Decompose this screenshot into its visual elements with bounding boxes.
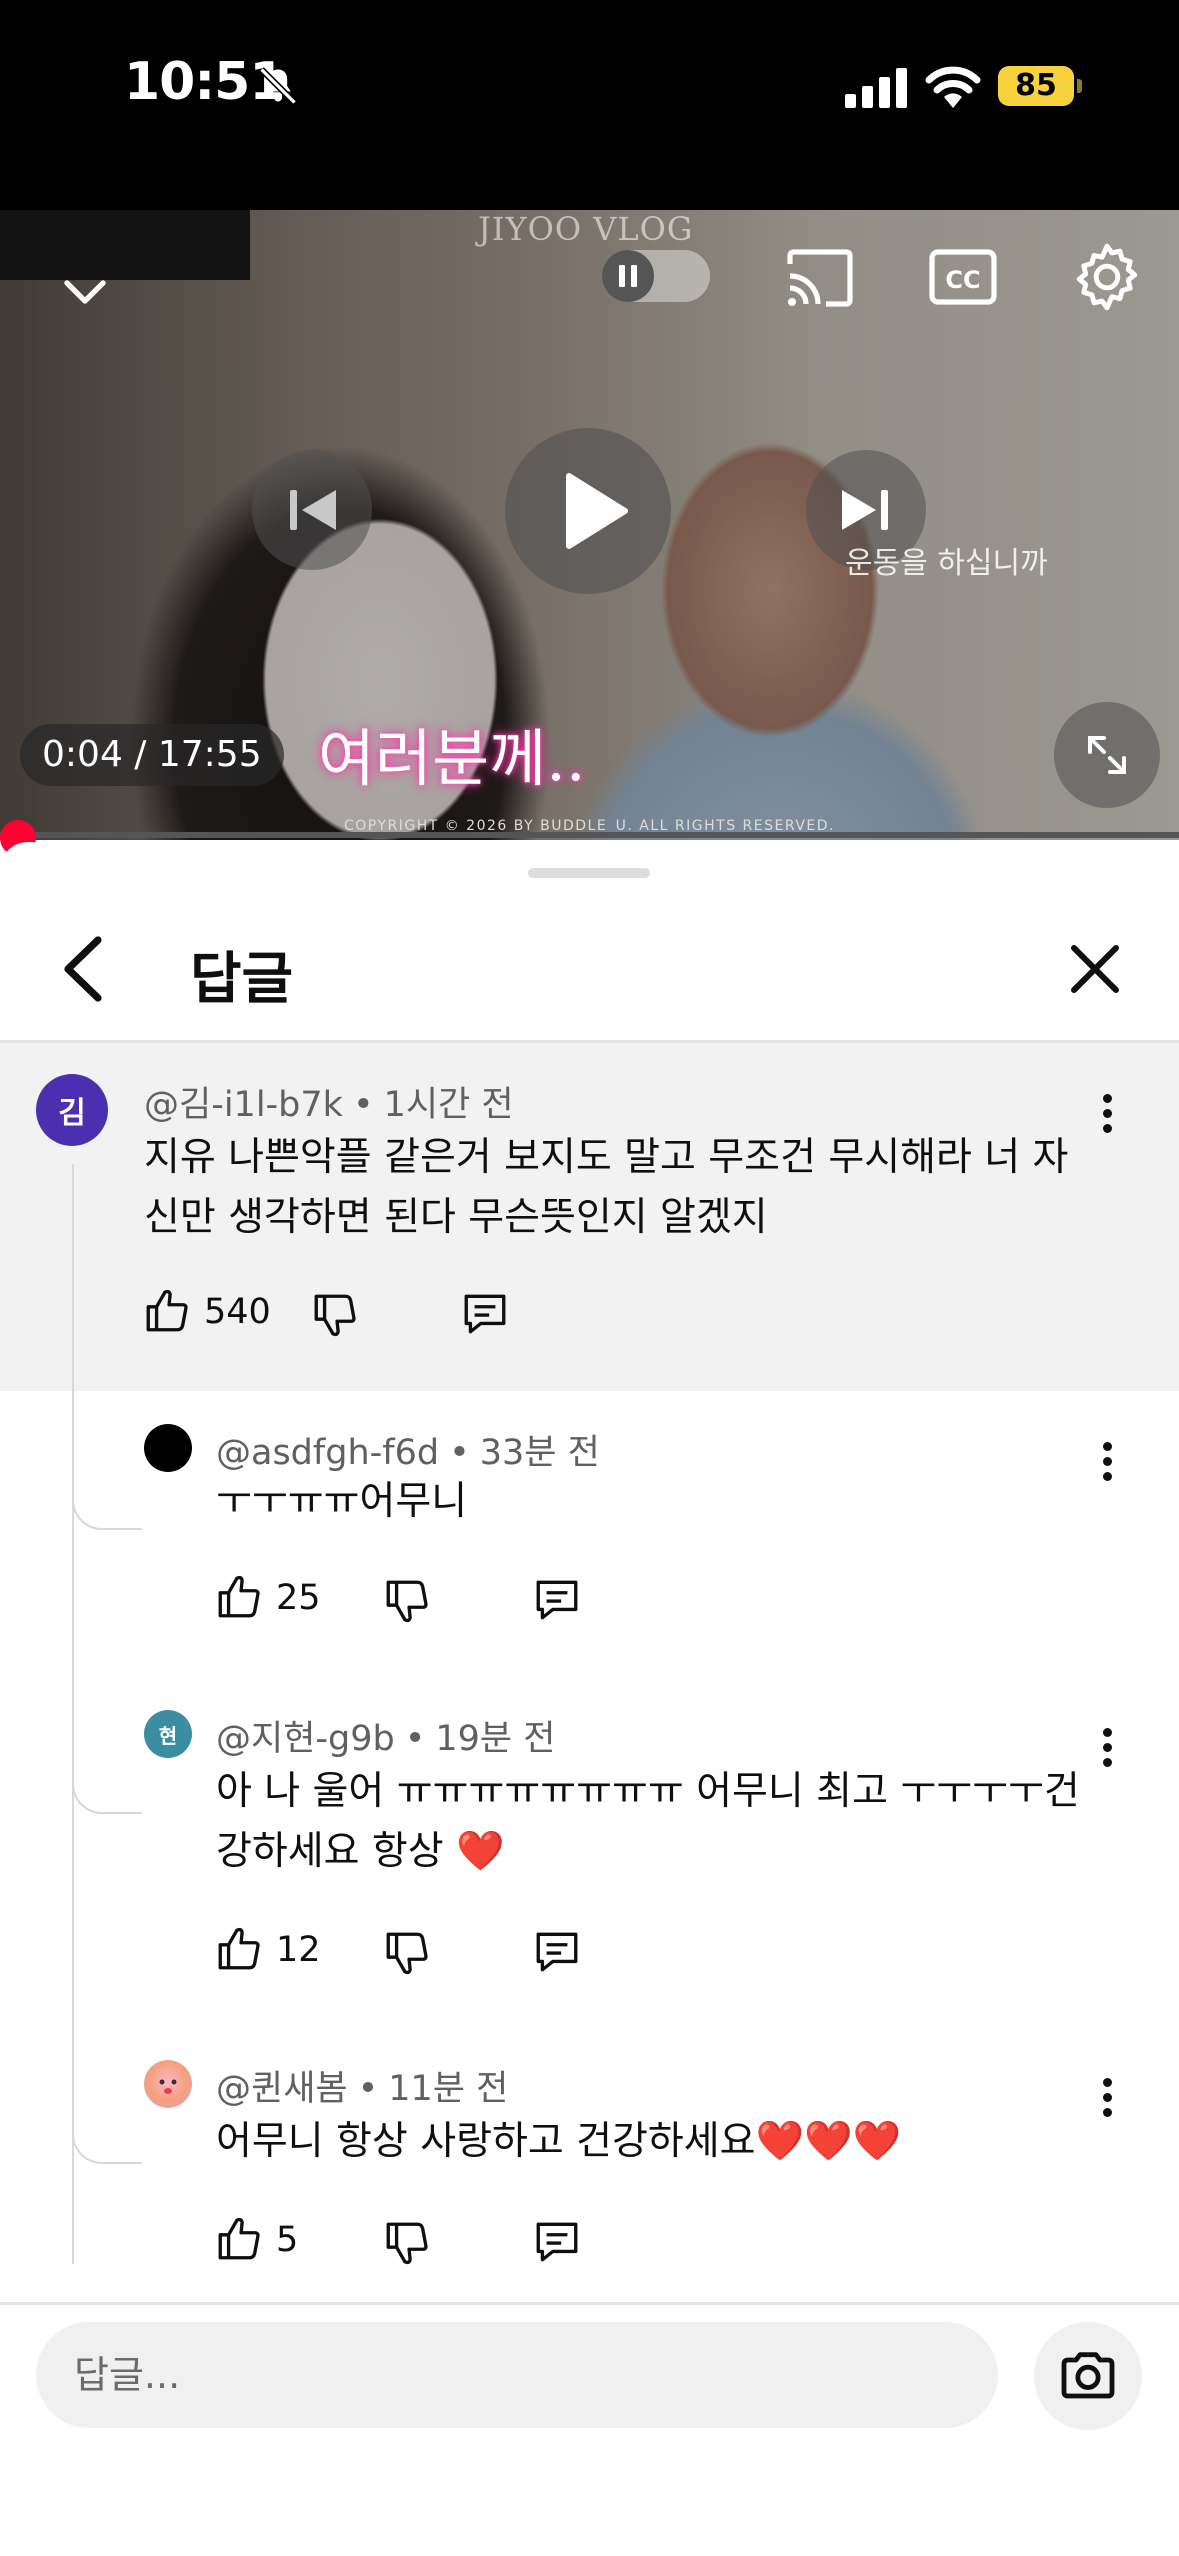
like-count: 25 <box>276 1578 321 1618</box>
thumbs-down-icon[interactable] <box>382 1576 432 1626</box>
more-options-icon[interactable] <box>1100 2078 1114 2122</box>
closed-captions-icon[interactable]: CC <box>928 248 998 306</box>
reply-comment-icon[interactable] <box>460 1288 510 1338</box>
meta-separator: • <box>404 1719 426 1759</box>
comment-time: 1시간 전 <box>383 1085 514 1125</box>
thumbs-up-icon[interactable] <box>214 2214 264 2264</box>
video-subtitle: 운동을 하십니까 <box>845 546 1048 581</box>
settings-gear-icon[interactable] <box>1070 240 1144 314</box>
meta-separator: • <box>449 1433 470 1473</box>
replies-sheet: 답글 김 @김-i1l-b7k • 1시간 전 지유 나쁜악플 같은거 보지도 말고… <box>0 842 1179 2556</box>
like-count: 12 <box>276 1930 321 1970</box>
fullscreen-button[interactable] <box>1054 702 1160 808</box>
play-icon <box>566 473 628 549</box>
thumbs-up-icon[interactable] <box>214 1572 264 1622</box>
sheet-grabber[interactable] <box>528 868 650 878</box>
video-caption: 여러분께.. <box>318 722 586 795</box>
camera-icon <box>1061 2352 1115 2399</box>
like-count: 5 <box>276 2220 299 2260</box>
thread-branch <box>72 1470 142 1530</box>
fullscreen-expand-icon <box>1088 736 1126 774</box>
sheet-title: 답글 <box>190 947 294 1012</box>
more-options-icon[interactable] <box>1100 1728 1114 1772</box>
comment-author[interactable]: @퀸새봄 <box>216 2069 348 2109</box>
thumbs-down-icon[interactable] <box>310 1290 360 1340</box>
thumbs-down-icon[interactable] <box>382 1928 432 1978</box>
avatar[interactable]: 김 <box>36 1074 108 1146</box>
reply-comment-icon[interactable] <box>532 1574 582 1624</box>
reply-comment-icon[interactable] <box>532 2216 582 2266</box>
back-arrow-icon[interactable] <box>58 934 108 1004</box>
autoplay-toggle[interactable] <box>602 250 710 302</box>
video-progress-track[interactable] <box>0 832 1179 838</box>
status-bar: 10:51 85 <box>0 0 1179 210</box>
video-watermark: JIYOO VLOG <box>478 210 694 248</box>
thumbs-up-icon[interactable] <box>214 1924 264 1974</box>
skip-previous-icon <box>290 490 336 530</box>
thumbs-down-icon[interactable] <box>382 2218 432 2268</box>
comment-text: 지유 나쁜악플 같은거 보지도 말고 무조건 무시해라 너 자신만 생각하면 된… <box>144 1135 1069 1240</box>
thread-line <box>72 1164 74 2264</box>
comment-text: ㅜㅜㅠㅠ어무니 <box>216 1479 468 1524</box>
cartoon-avatar-image <box>159 2079 177 2094</box>
comment-text: 어무니 항상 사랑하고 건강하세요❤️❤️❤️ <box>216 2119 902 2164</box>
close-icon[interactable] <box>1068 942 1122 996</box>
comment-meta: @asdfgh-f6d • 33분 전 <box>216 1424 600 1475</box>
bell-slash-icon <box>259 67 297 105</box>
more-options-icon[interactable] <box>1100 1442 1114 1486</box>
comment-time: 11분 전 <box>388 2069 509 2109</box>
comment-text: 아 나 울어 ㅠㅠㅠㅠㅠㅠㅠㅠ 어무니 최고 ㅜㅜㅜㅜ건강하세요 항상 ❤️ <box>216 1769 1080 1874</box>
input-divider <box>0 2302 1179 2305</box>
like-count: 540 <box>204 1292 271 1332</box>
svg-text:CC: CC <box>945 266 980 294</box>
avatar[interactable] <box>144 1424 192 1472</box>
video-time-display: 0:04 / 17:55 <box>20 724 284 786</box>
previous-video-button[interactable] <box>252 450 372 570</box>
thread-branch <box>72 2104 142 2164</box>
comment-author[interactable]: @김-i1l-b7k <box>144 1085 343 1125</box>
comment-meta: @퀸새봄 • 11분 전 <box>216 2060 508 2111</box>
comment-meta: @김-i1l-b7k • 1시간 전 <box>144 1076 514 1127</box>
comment-author[interactable]: @지현-g9b <box>216 1719 395 1759</box>
battery-indicator: 85 <box>998 66 1082 106</box>
comment-author[interactable]: @asdfgh-f6d <box>216 1433 439 1473</box>
meta-separator: • <box>357 2069 379 2109</box>
pause-icon <box>602 250 654 302</box>
comment-meta: @지현-g9b • 19분 전 <box>216 1710 555 1761</box>
chevron-down-icon[interactable] <box>58 265 112 319</box>
avatar[interactable] <box>144 2060 192 2108</box>
wifi-icon <box>925 66 981 108</box>
avatar[interactable]: 현 <box>144 1710 192 1758</box>
cast-icon[interactable] <box>784 248 854 308</box>
reply-input[interactable] <box>36 2322 998 2428</box>
play-button[interactable] <box>505 428 671 594</box>
camera-button[interactable] <box>1034 2322 1142 2430</box>
reply-comment-icon[interactable] <box>532 1926 582 1976</box>
thread-branch <box>72 1754 142 1814</box>
thumbs-up-icon[interactable] <box>142 1286 192 1336</box>
comment-time: 19분 전 <box>435 1719 556 1759</box>
cellular-signal-icon <box>845 68 907 108</box>
comment-time: 33분 전 <box>479 1433 600 1473</box>
video-player[interactable]: JIYOO VLOG CC 운동을 하십니까 여러분께.. 0:04 / 17:… <box>0 210 1179 840</box>
meta-separator: • <box>352 1085 374 1125</box>
